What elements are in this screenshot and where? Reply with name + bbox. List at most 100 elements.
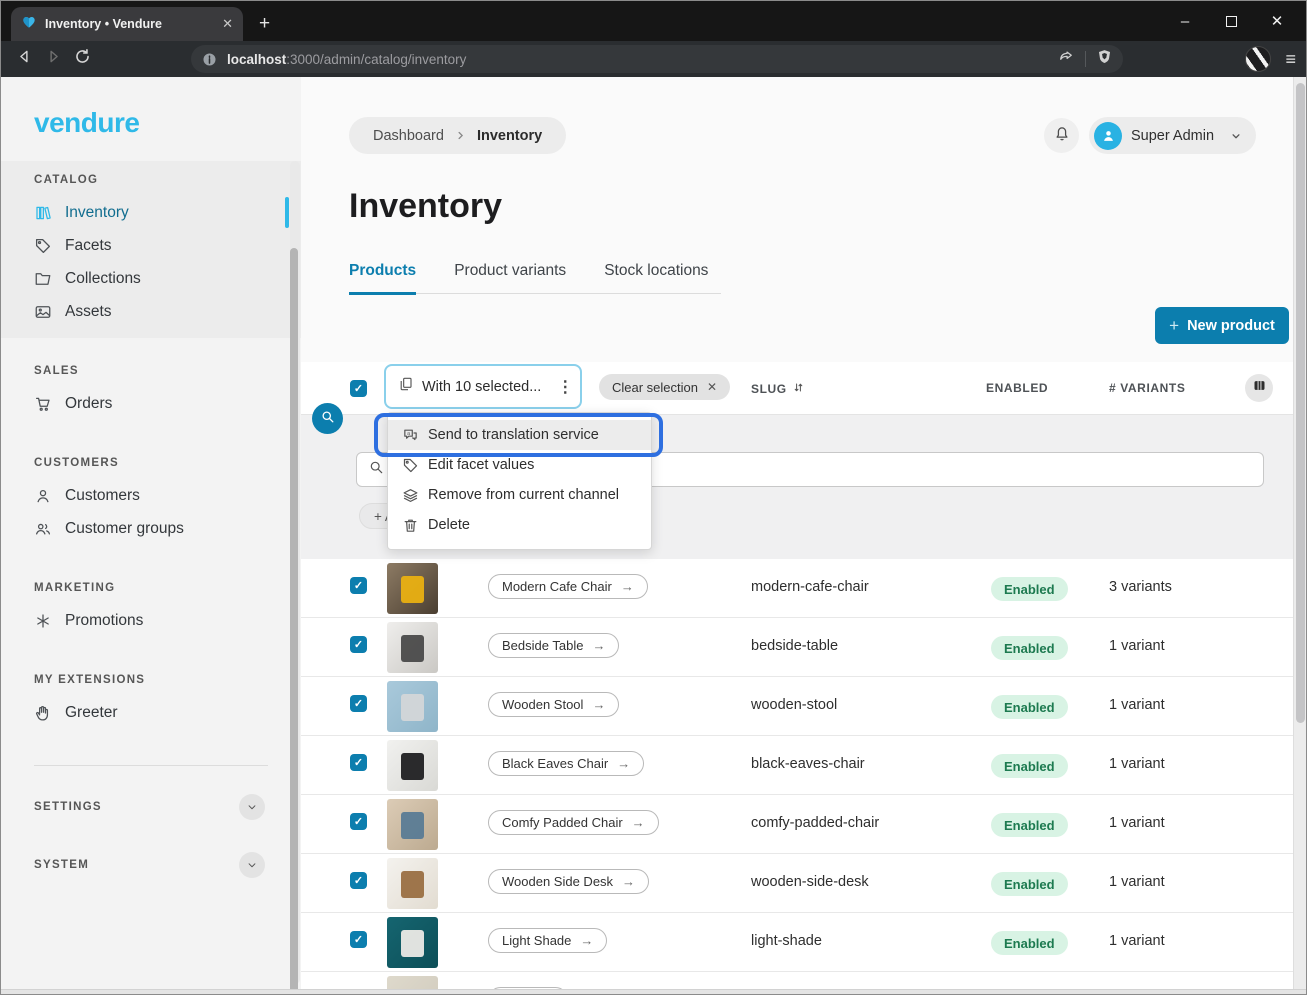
row-checkbox[interactable]: ✓ (350, 695, 367, 712)
variant-count: 1 variant (1109, 815, 1165, 831)
sidebar-item-label: Assets (65, 303, 112, 321)
address-bar[interactable]: localhost:3000/admin/catalog/inventory (191, 45, 1123, 73)
arrow-right-icon: → (622, 874, 635, 889)
vendure-logo: vendure (34, 107, 301, 139)
chevron-down-icon[interactable] (239, 852, 265, 878)
books-icon (34, 204, 52, 222)
sidebar-item-orders[interactable]: Orders (1, 387, 301, 420)
column-settings-button[interactable] (1245, 374, 1273, 402)
clear-selection-button[interactable]: Clear selection ✕ (599, 374, 730, 400)
browser-titlebar: Inventory • Vendure ✕ + – ✕ (1, 1, 1306, 41)
product-name-link[interactable]: Wooden Stool → (488, 692, 619, 717)
window-minimize-button[interactable]: – (1162, 1, 1208, 41)
bulk-actions-button[interactable]: With 10 selected... ⋮ (384, 364, 582, 409)
product-name-link[interactable]: Comfy Padded Chair→ (488, 810, 659, 835)
table-header: ✓ With 10 selected... ⋮ Clear selection … (301, 362, 1293, 414)
browser-profile-avatar[interactable] (1245, 46, 1271, 72)
reload-icon[interactable] (73, 47, 92, 71)
product-name-link[interactable]: Wooden Side Desk→ (488, 869, 649, 894)
menu-item-remove-from-current-channel[interactable]: Remove from current channel (388, 480, 651, 510)
row-checkbox[interactable]: ✓ (350, 636, 367, 653)
product-name-link[interactable]: Black Eaves Chair→ (488, 751, 644, 776)
product-slug: wooden-stool (751, 697, 837, 713)
menu-item-label: Edit facet values (428, 457, 534, 473)
back-icon[interactable] (15, 47, 34, 71)
product-name: Bedside Table (502, 638, 583, 653)
kebab-icon[interactable]: ⋮ (549, 377, 573, 397)
thumbnail-subject (401, 576, 423, 603)
section-label: CUSTOMERS (1, 457, 301, 469)
sidebar-item-customer-groups[interactable]: Customer groups (1, 512, 301, 545)
product-name-link[interactable]: Light Shade→ (488, 928, 607, 953)
site-info-icon[interactable] (201, 51, 218, 68)
tab-product-variants[interactable]: Product variants (454, 262, 566, 293)
product-slug: modern-cafe-chair (751, 579, 869, 595)
menu-item-delete[interactable]: Delete (388, 510, 651, 540)
share-icon[interactable] (1057, 48, 1075, 71)
row-checkbox[interactable]: ✓ (350, 754, 367, 771)
arrow-right-icon: → (592, 697, 605, 712)
page-scrollbar-thumb[interactable] (1296, 83, 1305, 723)
sidebar-section-marketing: MARKETINGPromotions (1, 569, 301, 647)
sidebar: vendure CATALOGInventoryFacetsCollection… (1, 77, 301, 995)
product-name: Wooden Stool (502, 697, 583, 712)
tab-close-icon[interactable]: ✕ (222, 16, 233, 32)
column-header-slug[interactable]: SLUG (751, 381, 805, 397)
column-header-enabled[interactable]: ENABLED (986, 381, 1048, 395)
notifications-button[interactable] (1044, 118, 1079, 153)
arrow-right-icon: → (592, 638, 605, 653)
table-row-modern-cafe-chair: ✓Modern Cafe Chair→modern-cafe-chairEnab… (301, 559, 1293, 618)
product-thumbnail (387, 681, 438, 732)
menu-item-label: Remove from current channel (428, 487, 619, 503)
new-tab-button[interactable]: + (259, 14, 270, 33)
window-close-button[interactable]: ✕ (1254, 1, 1300, 41)
column-header-variants[interactable]: # VARIANTS (1109, 381, 1185, 395)
sidebar-item-collections[interactable]: Collections (1, 262, 301, 295)
sidebar-item-inventory[interactable]: Inventory (1, 196, 301, 229)
variant-count: 1 variant (1109, 874, 1165, 890)
tab-products[interactable]: Products (349, 262, 416, 295)
cart-icon (34, 395, 52, 413)
browser-tab[interactable]: Inventory • Vendure ✕ (11, 7, 243, 41)
select-all-checkbox[interactable]: ✓ (350, 380, 367, 397)
row-checkbox[interactable]: ✓ (350, 813, 367, 830)
sidebar-item-greeter[interactable]: Greeter (1, 696, 301, 729)
svg-text:a: a (407, 431, 410, 437)
sidebar-item-customers[interactable]: Customers (1, 479, 301, 512)
row-checkbox[interactable]: ✓ (350, 577, 367, 594)
menu-item-edit-facet-values[interactable]: Edit facet values (388, 450, 651, 480)
brave-shield-icon[interactable] (1096, 48, 1113, 70)
sidebar-item-facets[interactable]: Facets (1, 229, 301, 262)
arrow-right-icon: → (617, 756, 630, 771)
forward-icon[interactable] (44, 47, 63, 71)
sidebar-scrollbar[interactable] (290, 161, 300, 984)
sidebar-item-label: Facets (65, 237, 112, 255)
asterisk-icon (34, 612, 52, 630)
sidebar-section-system[interactable]: SYSTEM (1, 848, 301, 882)
user-menu[interactable]: Super Admin (1089, 117, 1256, 154)
sidebar-section-settings[interactable]: SETTINGS (1, 790, 301, 824)
window-bottom-edge (1, 989, 1306, 994)
clear-x-icon: ✕ (707, 380, 717, 394)
menu-item-send-to-translation-service[interactable]: aSend to translation service (388, 420, 651, 450)
row-checkbox[interactable]: ✓ (350, 931, 367, 948)
chevron-down-icon[interactable] (239, 794, 265, 820)
breadcrumb-inventory[interactable]: Inventory (477, 128, 542, 144)
product-name-link[interactable]: Modern Cafe Chair→ (488, 574, 648, 599)
chevron-down-icon (1229, 129, 1243, 143)
new-product-button[interactable]: + New product (1155, 307, 1289, 344)
sidebar-item-assets[interactable]: Assets (1, 295, 301, 328)
sort-icon (792, 381, 805, 397)
sidebar-scrollbar-thumb[interactable] (290, 248, 298, 995)
page-scrollbar[interactable] (1293, 77, 1306, 995)
sidebar-item-promotions[interactable]: Promotions (1, 604, 301, 637)
thumbnail-subject (401, 753, 423, 780)
row-checkbox[interactable]: ✓ (350, 872, 367, 889)
tab-stock-locations[interactable]: Stock locations (604, 262, 708, 293)
breadcrumb-dashboard[interactable]: Dashboard (373, 128, 444, 144)
new-product-label: New product (1187, 318, 1275, 334)
product-name-link[interactable]: Bedside Table → (488, 633, 619, 658)
window-maximize-button[interactable] (1208, 1, 1254, 41)
browser-menu-icon[interactable]: ≡ (1285, 49, 1296, 70)
search-toggle-button[interactable] (312, 403, 343, 434)
